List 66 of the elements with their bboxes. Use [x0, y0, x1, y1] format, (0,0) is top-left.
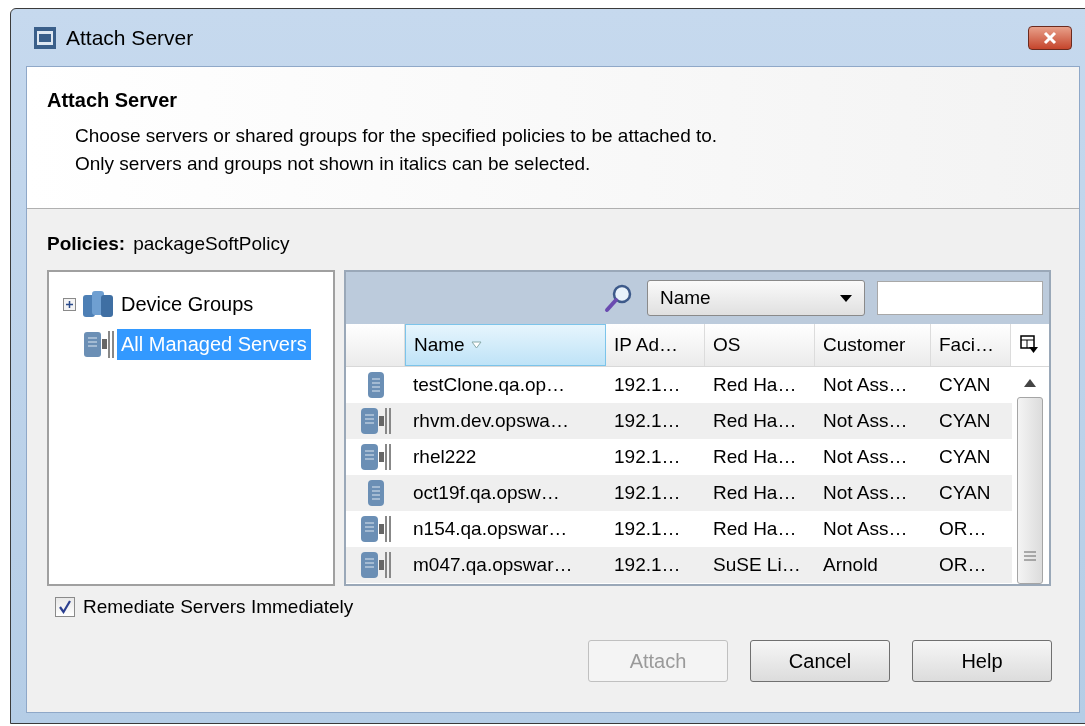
column-header[interactable]: Faci… [931, 324, 1011, 366]
table-cell-text: Red Ha… [712, 518, 798, 540]
policy-name: packageSoftPolicy [133, 233, 290, 255]
table-cell-text: Not Ass… [822, 374, 909, 396]
scroll-thumb[interactable] [1016, 397, 1043, 584]
column-header[interactable]: Name [405, 324, 606, 366]
server-icon [365, 479, 386, 507]
managed-server-icon [359, 443, 392, 471]
close-button[interactable] [1028, 25, 1072, 50]
column-chooser-icon[interactable] [1019, 334, 1039, 354]
checkbox-label: Remediate Servers Immediately [83, 596, 354, 618]
column-header[interactable]: Customer [815, 324, 931, 366]
table-cell-text: oct19f.qa.opsw… [412, 482, 561, 504]
sort-icon [470, 341, 482, 349]
table-cell-text: rhvm.dev.opswa… [412, 410, 570, 432]
dialog-button[interactable]: Help [912, 640, 1052, 682]
table-cell-text: CYAN [938, 410, 992, 432]
table-cell-text: CYAN [938, 482, 992, 504]
table-cell-text: 192.1… [613, 410, 682, 432]
table-cell-text: Not Ass… [822, 446, 909, 468]
instruction-text: Only servers and groups not shown in italics can be selected. [74, 152, 592, 176]
expander-icon[interactable] [63, 297, 76, 311]
column-header[interactable]: OS [705, 324, 815, 366]
table-cell-text: Not Ass… [822, 518, 909, 540]
managed-server-icon [359, 407, 392, 435]
table-cell-text: Red Ha… [712, 374, 798, 396]
table-cell-text: m047.qa.opswar… [412, 554, 574, 576]
close-icon [1041, 30, 1059, 45]
table-cell-text: SuSE Li… [712, 554, 802, 576]
window-title: Attach Server [66, 25, 194, 50]
app-icon [34, 26, 56, 49]
table-cell-text: CYAN [938, 446, 992, 468]
grip-icon [1023, 551, 1036, 561]
search-field[interactable] [877, 281, 1043, 315]
table-cell-text: 192.1… [613, 482, 682, 504]
table-cell-text: CYAN [938, 374, 992, 396]
checkbox[interactable] [55, 597, 75, 617]
caret-icon [840, 294, 852, 302]
table-cell-text: n154.qa.opswar… [412, 518, 569, 540]
policies-label: Policies: [47, 233, 126, 255]
table-cell-text: rhel222 [412, 446, 478, 468]
table-cell-text: Arnold [822, 554, 879, 576]
table-cell-text: testClone.qa.op… [412, 374, 567, 396]
column-header[interactable]: IP Ad… [606, 324, 705, 366]
tree-item[interactable]: Device Groups [117, 288, 258, 320]
table-cell-text: Not Ass… [822, 410, 909, 432]
managed-server-icon [359, 551, 392, 579]
table-cell-text: 192.1… [613, 554, 682, 576]
dialog-heading: Attach Server [47, 89, 179, 112]
server-group-icon [81, 289, 115, 319]
server-icon [365, 371, 386, 399]
table-cell-text: 192.1… [613, 374, 682, 396]
scroll-up-icon[interactable] [1023, 379, 1036, 387]
dialog-button[interactable]: Cancel [750, 640, 890, 682]
table-cell-text: OR… [938, 554, 988, 576]
managed-server-icon [359, 515, 392, 543]
search-field-dropdown[interactable]: Name [647, 280, 865, 316]
table-cell-text: Red Ha… [712, 482, 798, 504]
table-cell-text: OR… [938, 518, 988, 540]
table-cell-text: Not Ass… [822, 482, 909, 504]
instruction-text: Choose servers or shared groups for the specified policies to be attached to. [74, 124, 719, 148]
table-cell-text: 192.1… [613, 518, 682, 540]
table-cell-text: Red Ha… [712, 410, 798, 432]
table-cell-text: 192.1… [613, 446, 682, 468]
table-cell-text: Red Ha… [712, 446, 798, 468]
managed-server-icon [81, 329, 115, 359]
